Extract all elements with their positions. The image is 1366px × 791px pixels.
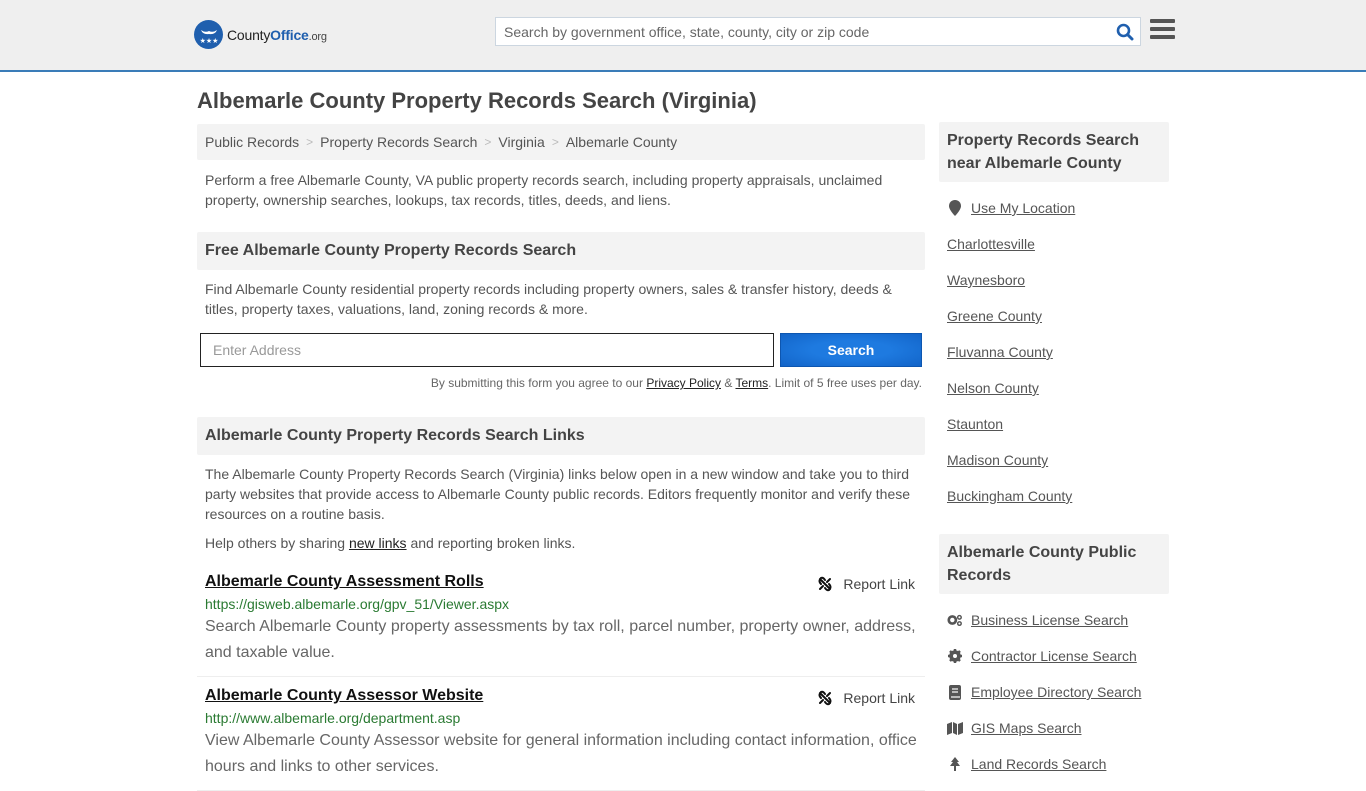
resource-link-item: Albemarle County Assessor Website Report… <box>197 677 925 791</box>
employee-directory-search-link[interactable]: Employee Directory Search <box>971 684 1141 700</box>
terms-amp: & <box>721 376 736 390</box>
resource-link-description: View Albemarle County Assessor website f… <box>205 732 917 775</box>
breadcrumb-separator: > <box>551 135 559 149</box>
business-license-search-link[interactable]: Business License Search <box>971 612 1128 628</box>
free-search-description: Find Albemarle County residential proper… <box>205 281 892 317</box>
use-my-location-link[interactable]: Use My Location <box>971 200 1075 216</box>
nearby-heading: Property Records Search near Albemarle C… <box>939 122 1169 182</box>
land-records-search-link[interactable]: Land Records Search <box>971 756 1106 772</box>
broken-link-icon <box>818 690 832 706</box>
public-records-list: Business License Search Contractor Licen… <box>939 594 1169 782</box>
nearby-link-greene-county[interactable]: Greene County <box>947 308 1042 324</box>
resource-link-description: Search Albemarle County property assessm… <box>205 618 916 661</box>
report-link-button[interactable]: Report Link <box>817 690 915 706</box>
eagle-stars-icon: ★★★ <box>194 20 223 49</box>
breadcrumb-virginia[interactable]: Virginia <box>498 134 544 150</box>
breadcrumb-property-records-search[interactable]: Property Records Search <box>320 134 477 150</box>
map-icon <box>947 721 963 735</box>
use-my-location-item: Use My Location <box>947 190 1161 226</box>
hamburger-menu-icon[interactable] <box>1150 19 1175 41</box>
search-button[interactable] <box>1110 18 1140 45</box>
nearby-link-madison-county[interactable]: Madison County <box>947 452 1048 468</box>
nearby-item: Fluvanna County <box>947 334 1161 370</box>
nearby-item: Nelson County <box>947 370 1161 406</box>
logo-text: CountyOffice.org <box>227 26 327 43</box>
nearby-link-buckingham-county[interactable]: Buckingham County <box>947 488 1072 504</box>
nearby-item: Staunton <box>947 406 1161 442</box>
nearby-link-fluvanna-county[interactable]: Fluvanna County <box>947 344 1053 360</box>
terms-suffix: . Limit of 5 free uses per day. <box>768 376 922 390</box>
nearby-link-charlottesville[interactable]: Charlottesville <box>947 236 1035 252</box>
tree-icon <box>947 757 963 771</box>
breadcrumb-separator: > <box>484 135 492 149</box>
search-icon <box>1116 23 1134 40</box>
report-link-label: Report Link <box>843 576 915 592</box>
nearby-link-waynesboro[interactable]: Waynesboro <box>947 272 1025 288</box>
free-search-heading: Free Albemarle County Property Records S… <box>197 232 925 270</box>
nearby-link-nelson-county[interactable]: Nelson County <box>947 380 1039 396</box>
resource-link-title[interactable]: Albemarle County Assessor Website <box>205 687 483 705</box>
public-record-item: GIS Maps Search <box>947 710 1161 746</box>
broken-link-icon <box>818 576 832 592</box>
public-record-item: Contractor License Search <box>947 638 1161 674</box>
new-links-link[interactable]: new links <box>349 535 407 551</box>
contractor-license-search-link[interactable]: Contractor License Search <box>971 648 1137 664</box>
intro-text: Perform a free Albemarle County, VA publ… <box>205 172 883 208</box>
breadcrumb-separator: > <box>306 135 314 149</box>
address-search-form: Search <box>197 333 925 367</box>
cogs-icon <box>947 613 963 627</box>
address-search-button[interactable]: Search <box>780 333 922 367</box>
help-suffix: and reporting broken links. <box>406 535 576 551</box>
nearby-link-staunton[interactable]: Staunton <box>947 416 1003 432</box>
nearby-item: Madison County <box>947 442 1161 478</box>
site-search-input[interactable] <box>496 18 1110 45</box>
nearby-item: Greene County <box>947 298 1161 334</box>
terms-notice: By submitting this form you agree to our… <box>197 376 925 390</box>
resource-link-title[interactable]: Albemarle County Assessment Rolls <box>205 573 484 591</box>
resource-link-url: https://gisweb.albemarle.org/gpv_51/View… <box>205 596 510 612</box>
svg-text:★★★: ★★★ <box>199 37 218 45</box>
gis-maps-search-link[interactable]: GIS Maps Search <box>971 720 1082 736</box>
nearby-item: Buckingham County <box>947 478 1161 514</box>
sidebar: Property Records Search near Albemarle C… <box>939 122 1169 782</box>
public-record-item: Employee Directory Search <box>947 674 1161 710</box>
terms-prefix: By submitting this form you agree to our <box>430 376 647 390</box>
privacy-policy-link[interactable]: Privacy Policy <box>646 376 721 390</box>
breadcrumb-public-records[interactable]: Public Records <box>205 134 299 150</box>
site-logo[interactable]: ★★★ CountyOffice.org <box>194 20 327 49</box>
nearby-item: Waynesboro <box>947 262 1161 298</box>
report-link-label: Report Link <box>843 690 915 706</box>
report-link-button[interactable]: Report Link <box>817 576 915 592</box>
page-title: Albemarle County Property Records Search… <box>197 88 757 113</box>
map-marker-icon <box>947 200 963 216</box>
resource-link-url: http://www.albemarle.org/department.asp <box>205 710 461 726</box>
terms-link[interactable]: Terms <box>735 376 768 390</box>
breadcrumb-current: Albemarle County <box>565 134 678 150</box>
help-prefix: Help others by sharing <box>205 535 349 551</box>
address-input[interactable] <box>200 333 774 367</box>
resource-link-item: Albemarle County Assessment Rolls Report… <box>197 563 925 677</box>
links-section-heading: Albemarle County Property Records Search… <box>197 417 925 455</box>
help-text: Help others by sharing new links and rep… <box>197 524 925 551</box>
nearby-item: Charlottesville <box>947 226 1161 262</box>
main-content: Public Records > Property Records Search… <box>197 124 925 791</box>
public-record-item: Land Records Search <box>947 746 1161 782</box>
site-search-bar <box>495 17 1141 46</box>
nearby-list: Use My Location Charlottesville Waynesbo… <box>939 182 1169 514</box>
book-icon <box>947 684 963 700</box>
public-record-item: Business License Search <box>947 602 1161 638</box>
links-section-description: The Albemarle County Property Records Se… <box>205 466 911 522</box>
public-records-heading: Albemarle County Public Records <box>939 534 1169 594</box>
breadcrumb: Public Records > Property Records Search… <box>197 124 925 160</box>
site-header: ★★★ CountyOffice.org <box>0 0 1366 72</box>
gear-icon <box>947 649 963 663</box>
